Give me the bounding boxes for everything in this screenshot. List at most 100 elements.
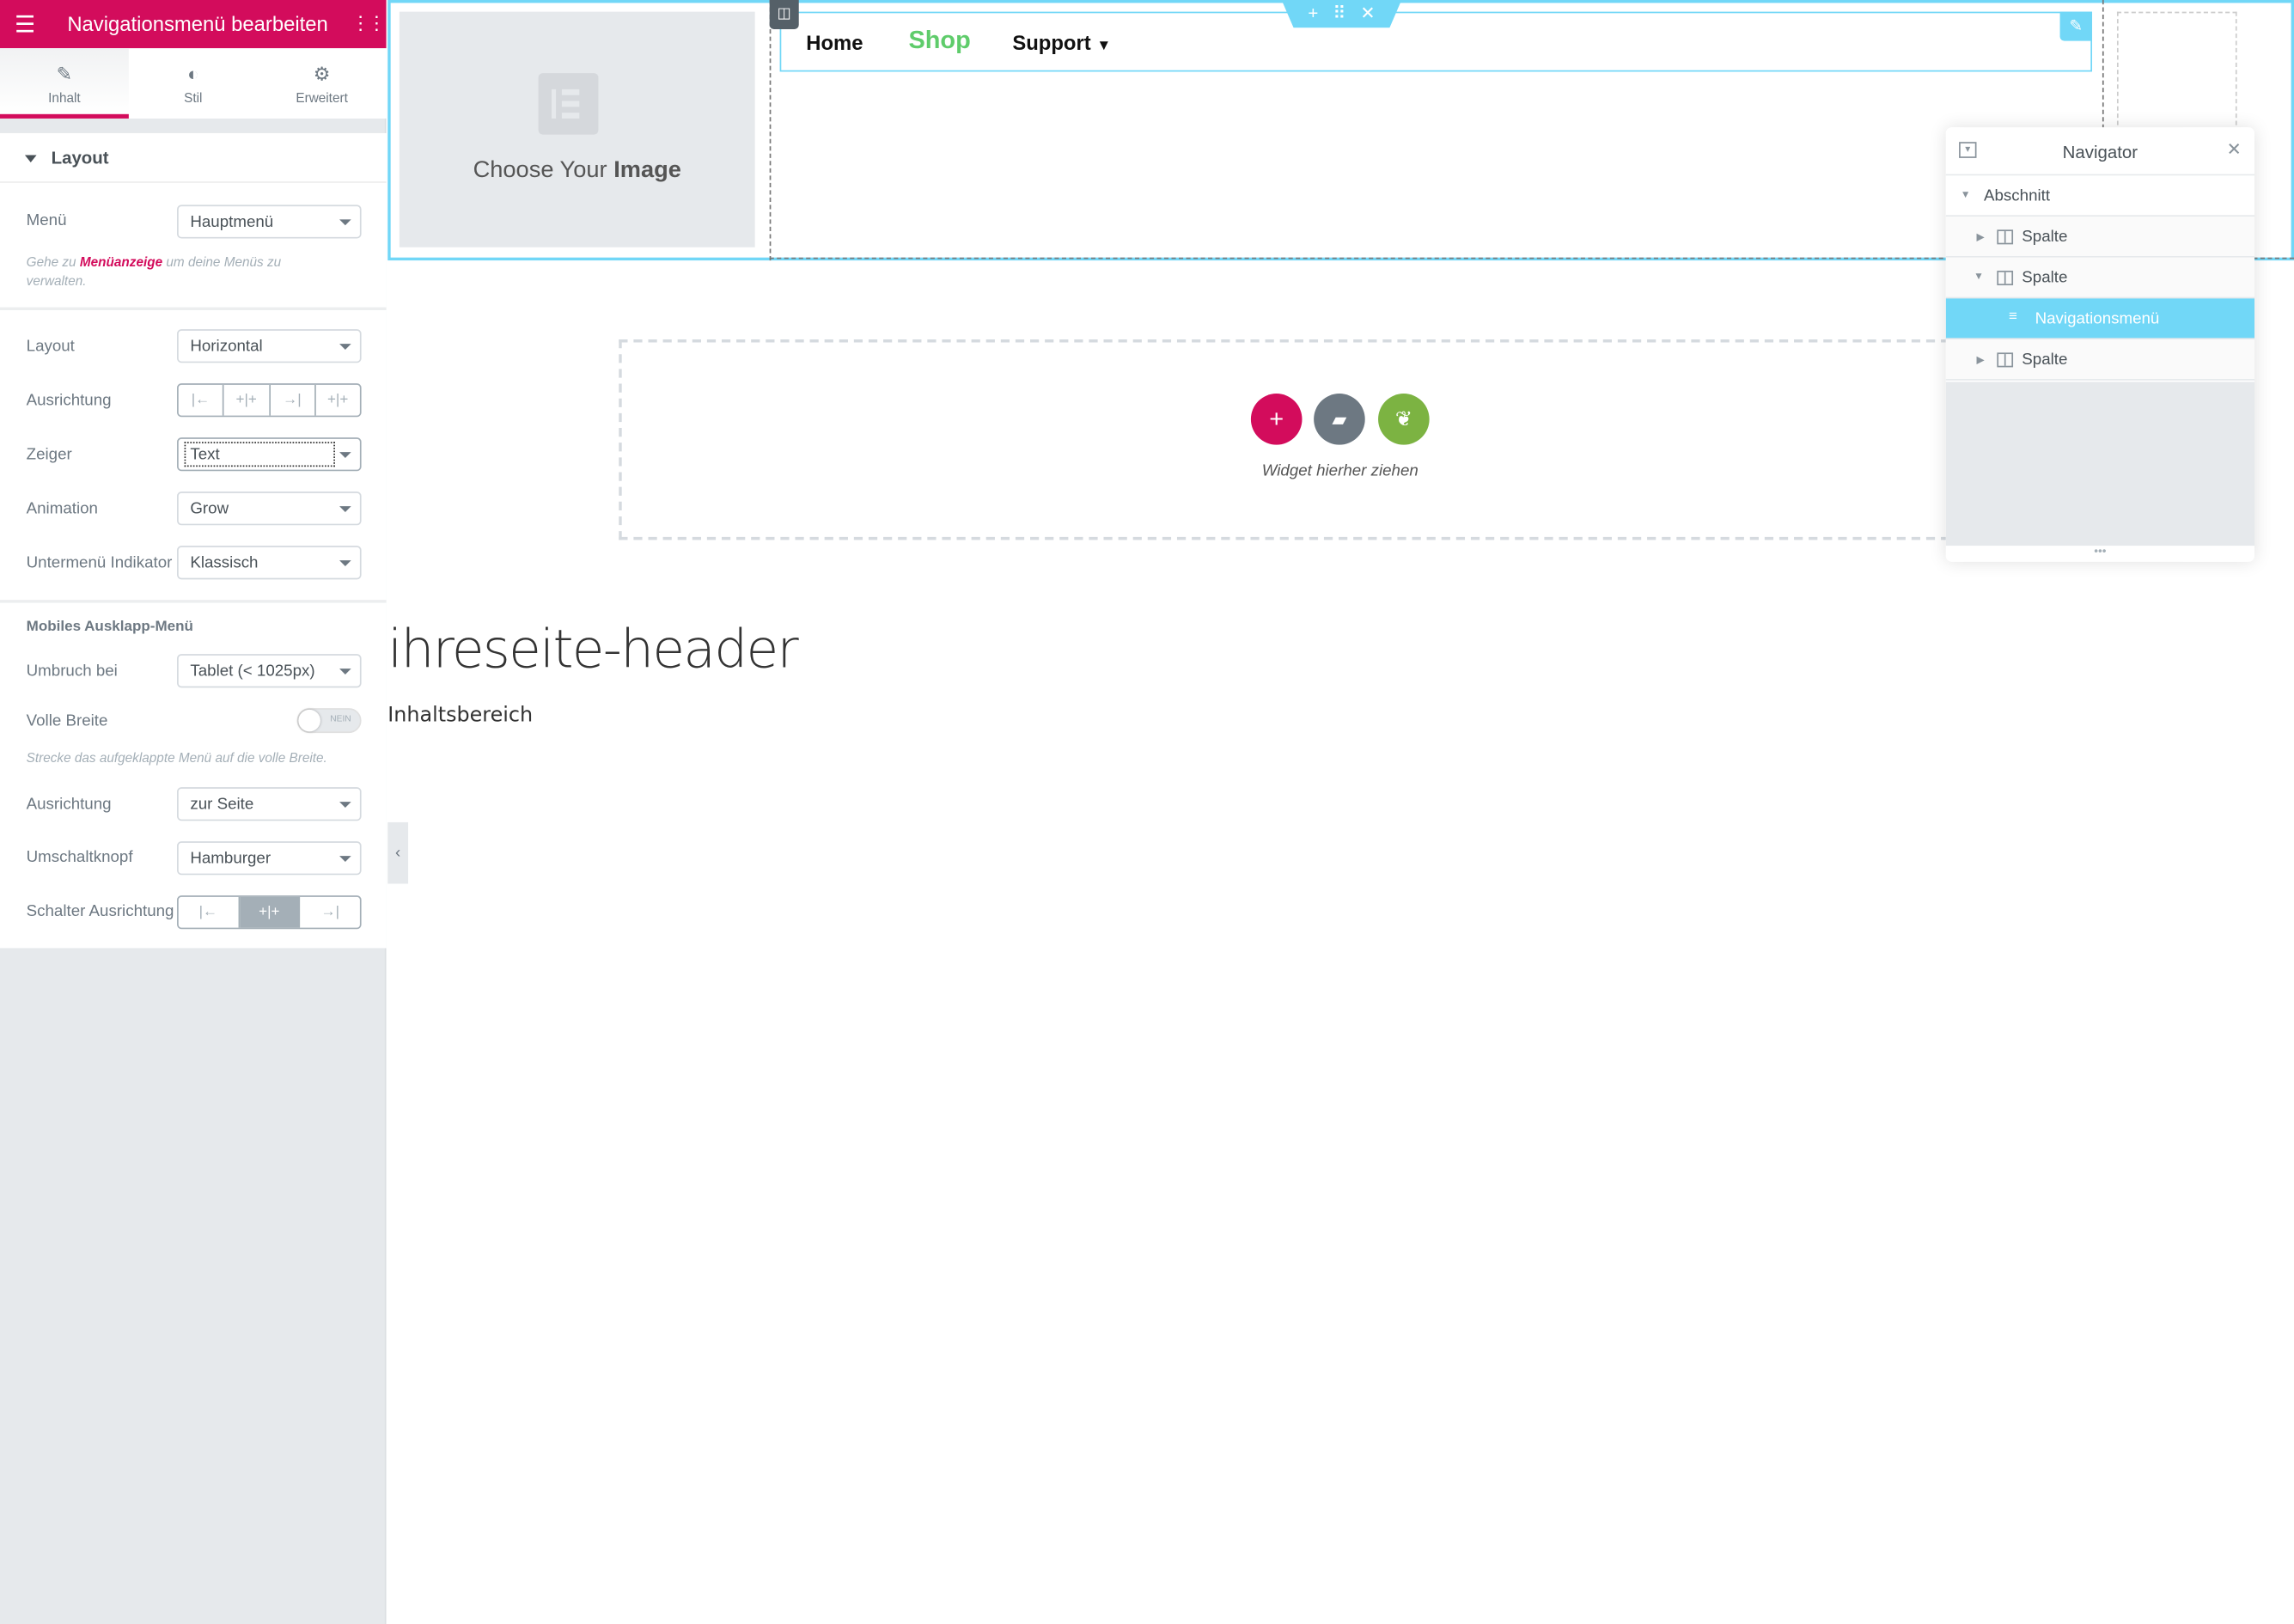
- controls-panel: Layout Menü Hauptmenü Gehe zu Menüanzeig…: [0, 132, 387, 949]
- placeholder-text: Choose Your: [473, 157, 607, 183]
- add-section-icon[interactable]: +: [1308, 0, 1318, 27]
- column-icon: [1997, 352, 2014, 368]
- nav-menu-widget[interactable]: Home Shop Support ▼: [779, 11, 2093, 72]
- align-right-icon[interactable]: →|: [301, 897, 360, 928]
- pencil-icon: ✎: [56, 63, 73, 85]
- caret-down-icon: ▼: [1960, 190, 1971, 201]
- caret-down-icon: [339, 669, 351, 681]
- navigator-item-column[interactable]: ▶ Spalte: [1945, 339, 2255, 381]
- panel-title: Navigationsmenü bearbeiten: [67, 11, 328, 35]
- nav-link-home[interactable]: Home: [806, 31, 863, 54]
- pointer-label: Zeiger: [26, 446, 72, 464]
- caret-down-icon: [339, 506, 351, 518]
- submenu-indicator-select[interactable]: Klassisch: [177, 546, 362, 580]
- edit-widget-icon[interactable]: ✎: [2059, 11, 2093, 41]
- layout-select[interactable]: Horizontal: [177, 329, 362, 363]
- add-section-plus-icon[interactable]: +: [1250, 394, 1303, 445]
- menu-select[interactable]: Hauptmenü: [177, 205, 362, 239]
- menu-screen-link[interactable]: Menüanzeige: [80, 254, 162, 269]
- select-value: Hauptmenü: [190, 213, 274, 232]
- toggle-state: NEIN: [330, 715, 351, 724]
- alignment-label: Ausrichtung: [26, 392, 112, 410]
- mobile-section-heading: Mobiles Ausklapp-Menü: [26, 619, 193, 636]
- column-handle-icon[interactable]: ◫: [769, 0, 799, 30]
- placeholder-text-bold: Image: [613, 157, 681, 183]
- toggle-knob: [298, 709, 320, 732]
- panel-tabs: ✎ Inhalt ◐ Stil ⚙ Erweitert: [0, 48, 387, 119]
- half-circle-icon: ◐: [187, 63, 199, 85]
- caret-down-icon: [339, 452, 351, 464]
- select-value: Horizontal: [190, 338, 263, 356]
- layout-label: Layout: [26, 338, 75, 356]
- animation-select[interactable]: Grow: [177, 491, 362, 526]
- full-width-toggle[interactable]: NEIN: [296, 708, 362, 734]
- align-left-icon[interactable]: |←: [179, 384, 224, 416]
- navigator-item-section[interactable]: ▼ Abschnitt: [1945, 175, 2255, 217]
- pointer-select[interactable]: Text: [177, 437, 362, 472]
- page-heading: ihreseite-header: [387, 620, 798, 681]
- nav-link-shop[interactable]: Shop: [908, 27, 970, 56]
- tab-inhalt[interactable]: ✎ Inhalt: [0, 48, 129, 119]
- tab-label: Stil: [184, 90, 203, 106]
- nav-link-label: Support: [1012, 30, 1091, 55]
- template-folder-icon[interactable]: ▰: [1314, 394, 1365, 445]
- dropdown-caret-icon: ▼: [1096, 38, 1112, 55]
- navigator-item-column[interactable]: ▼ Spalte: [1945, 257, 2255, 299]
- breakpoint-label: Umbruch bei: [26, 662, 118, 681]
- align-right-icon[interactable]: →|: [270, 384, 316, 416]
- delete-section-icon[interactable]: ✕: [1360, 0, 1375, 27]
- tab-erweitert[interactable]: ⚙ Erweitert: [258, 48, 387, 119]
- navigator-header[interactable]: ▾ Navigator ✕: [1945, 127, 2255, 176]
- toggle-alignment-label: Schalter Ausrichtung: [26, 902, 174, 921]
- editor-sidebar: ☰ Navigationsmenü bearbeiten ⋮⋮⋮ ✎ Inhalt…: [0, 0, 402, 1624]
- toggle-alignment-control: |← +|+ →|: [177, 895, 362, 930]
- section-layout-toggle[interactable]: Layout: [0, 133, 387, 183]
- caret-down-icon: [339, 560, 351, 572]
- item-label: Abschnitt: [1984, 186, 2051, 205]
- select-value: Tablet (< 1025px): [190, 662, 315, 681]
- column-divider: [769, 0, 772, 261]
- resize-handle-icon[interactable]: •••: [1946, 545, 2254, 558]
- sidebar-header: ☰ Navigationsmenü bearbeiten ⋮⋮⋮: [0, 0, 402, 49]
- animation-label: Animation: [26, 500, 98, 518]
- tab-label: Inhalt: [48, 90, 81, 106]
- select-value: Grow: [190, 500, 229, 518]
- tab-stil[interactable]: ◐ Stil: [129, 48, 258, 119]
- align-center-icon[interactable]: +|+: [224, 384, 271, 416]
- align-left-icon[interactable]: |←: [179, 896, 240, 928]
- navigator-item-nav-menu[interactable]: ≡ Navigationsmenü: [1945, 298, 2255, 340]
- nav-link-support[interactable]: Support ▼: [1012, 31, 1111, 54]
- submenu-indicator-label: Untermenü Indikator: [26, 554, 173, 572]
- select-value: Klassisch: [190, 554, 259, 572]
- navigator-empty-area: [1945, 382, 2255, 546]
- select-value: zur Seite: [190, 796, 254, 814]
- collapse-panel-chevron-icon[interactable]: ‹: [387, 821, 409, 884]
- navigator-title: Navigator: [2062, 142, 2138, 163]
- caret-right-icon: ▶: [1976, 355, 1985, 366]
- page-content: Inhaltsbereich: [387, 704, 534, 728]
- image-placeholder[interactable]: Choose Your Image: [399, 11, 755, 247]
- divider: [0, 307, 387, 310]
- toggle-button-select[interactable]: Hamburger: [177, 841, 362, 876]
- drag-handle-icon[interactable]: ⠿: [1333, 0, 1345, 27]
- drop-hint: Widget hierher ziehen: [1261, 462, 1418, 480]
- dropdown-alignment-select[interactable]: zur Seite: [177, 787, 362, 821]
- item-label: Spalte: [2022, 269, 2068, 287]
- hamburger-menu-icon[interactable]: ☰: [15, 10, 35, 40]
- caret-down-icon: [339, 856, 351, 868]
- item-label: Navigationsmenü: [2035, 309, 2160, 328]
- navigator-item-column[interactable]: ▶ Spalte: [1945, 217, 2255, 258]
- column-icon: [1997, 229, 2014, 245]
- gear-icon: ⚙: [313, 63, 331, 85]
- image-placeholder-text: Choose Your Image: [400, 158, 755, 185]
- column-icon: [1997, 271, 2014, 286]
- hint-text: Gehe zu: [26, 254, 76, 270]
- navigator-panel: ▾ Navigator ✕ ▼ Abschnitt ▶ Spalte ▼ Spalte…: [1945, 127, 2255, 562]
- align-justify-icon[interactable]: +|+: [315, 385, 360, 416]
- close-icon[interactable]: ✕: [2227, 139, 2242, 160]
- envato-leaf-icon[interactable]: ❦: [1378, 394, 1430, 445]
- alignment-control: |← +|+ →| +|+: [177, 383, 362, 418]
- align-center-icon[interactable]: +|+: [239, 896, 301, 928]
- breakpoint-select[interactable]: Tablet (< 1025px): [177, 654, 362, 688]
- tab-label: Erweitert: [296, 90, 348, 106]
